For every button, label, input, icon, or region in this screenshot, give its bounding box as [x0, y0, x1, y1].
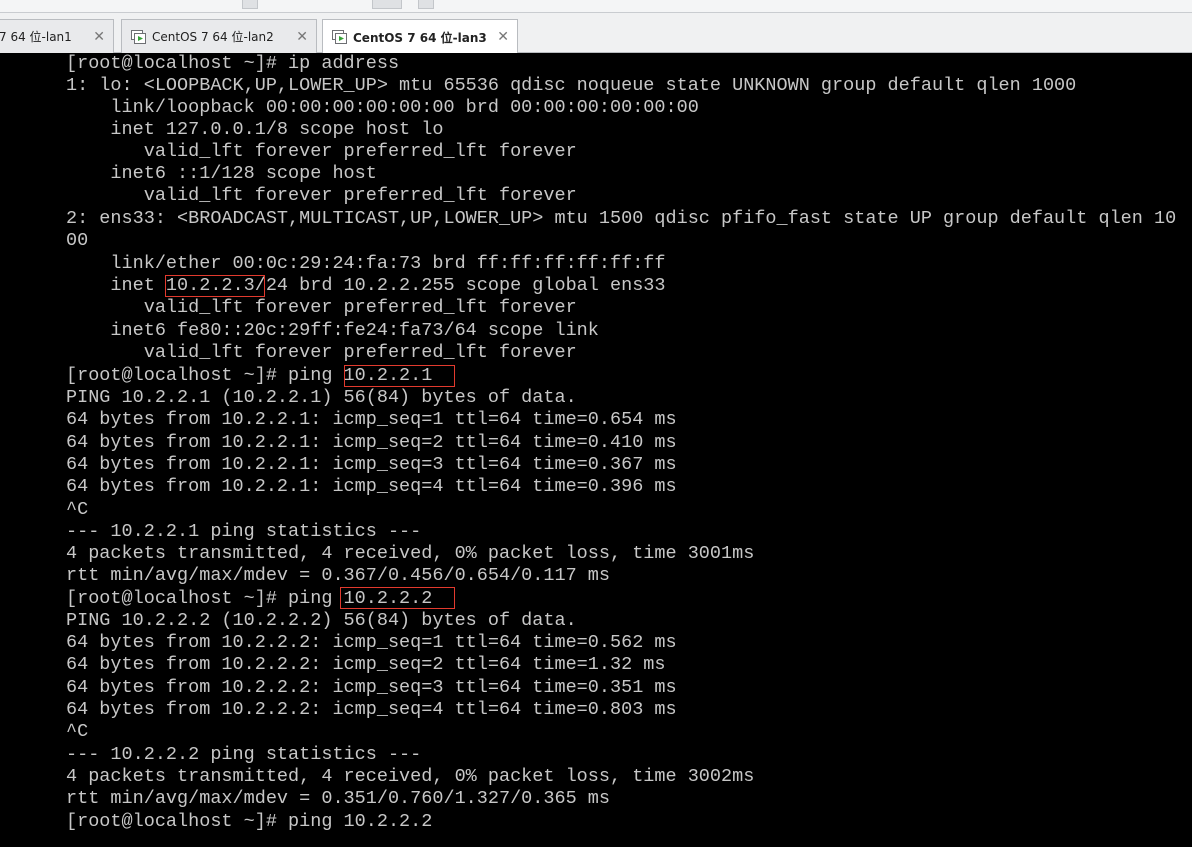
- terminal-line: 64 bytes from 10.2.2.2: icmp_seq=1 ttl=6…: [66, 632, 677, 653]
- close-icon[interactable]: ✕: [93, 29, 105, 45]
- terminal-line: --- 10.2.2.1 ping statistics ---: [66, 521, 422, 542]
- vm-console-screen[interactable]: [root@localhost ~]# ip address 1: lo: <L…: [0, 53, 1192, 847]
- terminal-line: link/ether 00:0c:29:24:fa:73 brd ff:ff:f…: [66, 253, 666, 274]
- terminal-line: inet6 fe80::20c:29ff:fe24:fa73/64 scope …: [66, 320, 599, 341]
- terminal-line: rtt min/avg/max/mdev = 0.351/0.760/1.327…: [66, 788, 610, 809]
- terminal-line: 64 bytes from 10.2.2.2: icmp_seq=2 ttl=6…: [66, 654, 666, 675]
- terminal-line: rtt min/avg/max/mdev = 0.367/0.456/0.654…: [66, 565, 610, 586]
- terminal-line: 4 packets transmitted, 4 received, 0% pa…: [66, 543, 755, 564]
- terminal-line: valid_lft forever preferred_lft forever: [66, 185, 577, 206]
- terminal-line: valid_lft forever preferred_lft forever: [66, 342, 577, 363]
- terminal-line: link/loopback 00:00:00:00:00:00 brd 00:0…: [66, 97, 699, 118]
- terminal-line: ^C: [66, 721, 89, 742]
- terminal-line: inet6 ::1/128 scope host: [66, 163, 377, 184]
- terminal-line: 64 bytes from 10.2.2.2: icmp_seq=3 ttl=6…: [66, 677, 677, 698]
- terminal-line: 64 bytes from 10.2.2.1: icmp_seq=4 ttl=6…: [66, 476, 677, 497]
- tab-lan3[interactable]: CentOS 7 64 位-lan3 ✕: [322, 19, 518, 54]
- toolbar-button[interactable]: [372, 0, 402, 9]
- vm-tab-bar: 7 64 位-lan1 ✕ CentOS 7 64 位-lan2 ✕ CentO…: [0, 13, 1192, 54]
- terminal-line: 64 bytes from 10.2.2.1: icmp_seq=1 ttl=6…: [66, 409, 677, 430]
- terminal-line: 4 packets transmitted, 4 received, 0% pa…: [66, 766, 755, 787]
- annotation-box-ip: [165, 275, 265, 297]
- toolbar-button[interactable]: [418, 0, 434, 9]
- vm-play-icon: [131, 29, 146, 44]
- tab-label: CentOS 7 64 位-lan3: [353, 30, 487, 45]
- terminal-line: PING 10.2.2.2 (10.2.2.2) 56(84) bytes of…: [66, 610, 577, 631]
- tab-lan2[interactable]: CentOS 7 64 位-lan2 ✕: [121, 19, 317, 53]
- close-icon[interactable]: ✕: [296, 29, 308, 45]
- terminal-line: 2: ens33: <BROADCAST,MULTICAST,UP,LOWER_…: [66, 208, 1177, 229]
- annotation-box-ping-target: [344, 365, 455, 387]
- terminal-line: 64 bytes from 10.2.2.1: icmp_seq=3 ttl=6…: [66, 454, 677, 475]
- terminal-line: inet 127.0.0.1/8 scope host lo: [66, 119, 444, 140]
- terminal-line: 64 bytes from 10.2.2.1: icmp_seq=2 ttl=6…: [66, 432, 677, 453]
- tab-lan1[interactable]: 7 64 位-lan1 ✕: [0, 19, 114, 53]
- terminal-line: valid_lft forever preferred_lft forever: [66, 297, 577, 318]
- annotation-box-ping-target: [340, 587, 455, 609]
- terminal-line: 1: lo: <LOOPBACK,UP,LOWER_UP> mtu 65536 …: [66, 75, 1077, 96]
- tab-label: CentOS 7 64 位-lan2: [152, 30, 274, 44]
- terminal-line: ^C: [66, 499, 89, 520]
- terminal-line: [root@localhost ~]# ping 10.2.2.2: [66, 811, 433, 832]
- terminal-line: 00: [66, 230, 89, 251]
- tab-label: 7 64 位-lan1: [0, 30, 72, 44]
- vm-play-icon: [332, 30, 347, 44]
- terminal-line: PING 10.2.2.1 (10.2.2.1) 56(84) bytes of…: [66, 387, 577, 408]
- terminal-line: valid_lft forever preferred_lft forever: [66, 141, 577, 162]
- close-icon[interactable]: ✕: [497, 29, 509, 45]
- terminal-line: [root@localhost ~]# ip address: [66, 53, 400, 74]
- terminal-line: inet 10.2.2.3/24 brd 10.2.2.255 scope gl…: [66, 275, 666, 296]
- terminal-line: 64 bytes from 10.2.2.2: icmp_seq=4 ttl=6…: [66, 699, 677, 720]
- toolbar-button[interactable]: [242, 0, 258, 9]
- window-top-strip: [0, 0, 1192, 13]
- terminal-line: --- 10.2.2.2 ping statistics ---: [66, 744, 422, 765]
